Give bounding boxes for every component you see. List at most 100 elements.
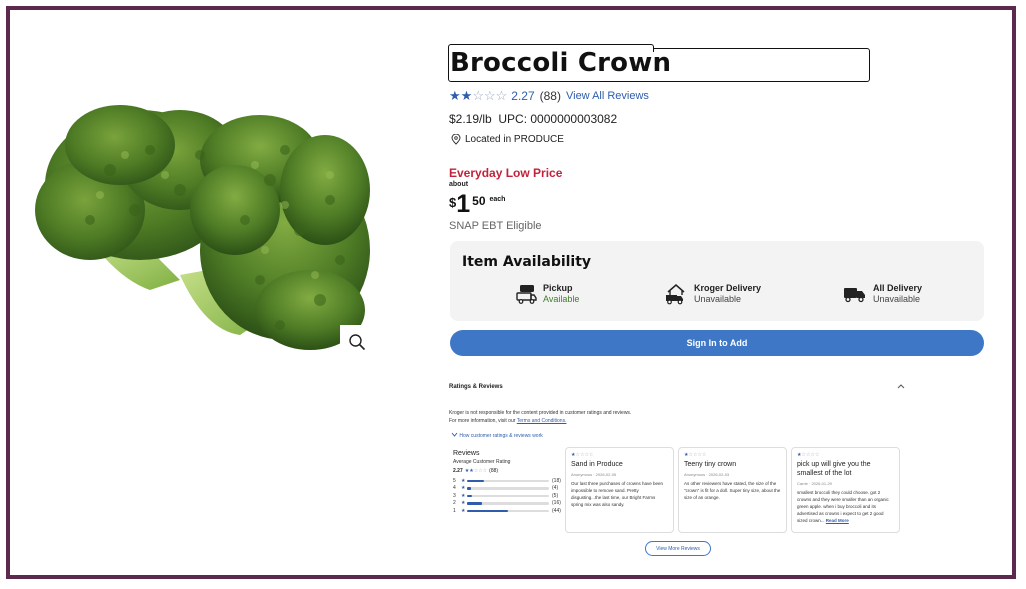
review-body: Our last three purchases of crowns have … (571, 481, 664, 507)
pickup-label: Pickup (543, 283, 573, 293)
terms-link[interactable]: Terms and Conditions. (517, 418, 567, 424)
edlp-label: Everyday Low Price (449, 166, 563, 180)
star-filled-icon: ★ (460, 88, 473, 103)
about-label: about (449, 181, 469, 188)
review-stars: ★☆☆☆☆ (684, 452, 707, 458)
availability-title: Item Availability (462, 254, 592, 270)
kroger-delivery-option[interactable]: Kroger Delivery Unavailable (664, 283, 761, 305)
reviews-title: Reviews (453, 450, 480, 457)
price-currency: $ (449, 195, 457, 210)
review-body: smallest broccoli they could choose. got… (797, 489, 894, 524)
rating-distribution-row[interactable]: 4 ★ (4) (453, 485, 563, 493)
upc: UPC: 0000000003082 (498, 112, 618, 126)
product-title: Broccoli Crown (450, 48, 672, 78)
star-filled-icon: ★ (449, 88, 461, 103)
kroger-delivery-status: Unavailable (694, 294, 742, 304)
distribution-bar-fill (467, 479, 484, 482)
distribution-count: (18) (552, 477, 561, 484)
price-cents: 50 (472, 194, 486, 208)
average-rating-stars: ★★☆☆☆ (464, 468, 488, 474)
rating-count: (88) (539, 89, 561, 103)
rating-distribution-row[interactable]: 5 ★ (18) (453, 477, 563, 485)
distribution-star-number: 4 (453, 485, 456, 492)
distribution-bar-fill (467, 494, 472, 497)
review-card: ★☆☆☆☆ Sand in Produce Anonymous · 2026-0… (565, 447, 674, 533)
distribution-count: (44) (552, 507, 561, 514)
sale-price: $ 1 50 each (449, 191, 505, 217)
review-card: ★☆☆☆☆ Teeny tiny crown Anonymous · 2026-… (678, 447, 787, 533)
view-all-reviews-link[interactable]: View All Reviews (566, 90, 649, 102)
reviews-summary: Reviews Average Customer Rating 2.27 ★★☆… (453, 450, 563, 515)
review-meta: Carrie · 2026-01-29 (797, 481, 832, 486)
star-empty-icon: ☆ (483, 88, 496, 103)
distribution-bar-fill (467, 509, 508, 512)
chevron-up-icon[interactable] (897, 382, 905, 391)
magnifier-icon (349, 334, 366, 351)
disclaimer-line-1: Kroger is not responsible for the conten… (449, 410, 632, 416)
distribution-bar-fill (467, 502, 482, 505)
review-stars: ★☆☆☆☆ (571, 452, 594, 458)
average-rating-value: 2.27 (453, 468, 463, 474)
all-delivery-option[interactable]: All Delivery Unavailable (843, 283, 922, 305)
distribution-bar (467, 509, 549, 512)
pickup-status: Available (543, 294, 580, 304)
rating-value: 2.27 (511, 89, 535, 103)
star-empty-icon: ☆ (472, 88, 484, 103)
review-meta: Anonymous · 2026-02-05 (571, 472, 617, 477)
review-title: Teeny tiny crown (684, 461, 737, 468)
availability-card (450, 241, 984, 321)
pickup-option[interactable]: Pickup Available (515, 283, 579, 305)
distribution-star-number: 3 (453, 492, 456, 499)
delivery-truck-icon (844, 288, 865, 303)
location-pin-icon (451, 134, 461, 145)
home-delivery-icon (666, 284, 685, 305)
distribution-bar (467, 479, 549, 482)
average-rating-label: Average Customer Rating (453, 459, 511, 465)
distribution-star-number: 5 (453, 477, 456, 484)
distribution-bar (467, 487, 549, 490)
location-line: Located in PRODUCE (451, 134, 564, 145)
average-rating: 2.27 ★★☆☆☆ (88) (453, 468, 563, 474)
rating-distribution-row[interactable]: 3 ★ (5) (453, 492, 563, 500)
star-empty-icon: ☆ (495, 88, 508, 103)
zoom-button[interactable] (340, 325, 374, 359)
snap-label: SNAP EBT Eligible (449, 220, 542, 232)
ratings-reviews-header[interactable]: Ratings & Reviews (449, 384, 503, 390)
review-title: pick up will give you the smallest of th… (797, 461, 871, 477)
location-text: Located in PRODUCE (465, 134, 564, 145)
price-upc-line: $2.19/lb UPC: 0000000003082 (449, 112, 617, 126)
all-delivery-label: All Delivery (873, 283, 923, 293)
distribution-bar (467, 502, 549, 505)
distribution-count: (4) (552, 485, 559, 492)
review-meta: Anonymous · 2026-02-03 (684, 472, 730, 477)
pickup-truck-icon (516, 285, 537, 304)
price-whole: 1 (456, 190, 471, 218)
how-reviews-work-text: How customer ratings & reviews work (459, 433, 543, 439)
kroger-delivery-label: Kroger Delivery (694, 283, 762, 293)
chevron-down-icon (451, 432, 458, 437)
distribution-bar-fill (467, 487, 471, 490)
view-more-reviews-button[interactable]: View More Reviews (645, 541, 711, 556)
reviews-disclaimer: Kroger is not responsible for the conten… (449, 409, 631, 425)
distribution-star-number: 2 (453, 500, 456, 507)
distribution-count: (16) (552, 500, 561, 507)
distribution-bar (467, 494, 549, 497)
rating-distribution: 5 ★ (18) 4 ★ (4) 3 ★ (5) 2 ★ (16) 1 ★ (44) (453, 477, 563, 515)
review-title: Sand in Produce (571, 461, 623, 468)
read-more-link[interactable]: Read More (826, 518, 849, 523)
price-unit: each (489, 196, 506, 203)
disclaimer-prefix: For more information, visit our (449, 418, 516, 424)
disclaimer-line-2: For more information, visit our Terms an… (449, 417, 631, 425)
how-reviews-work-link[interactable]: How customer ratings & reviews work (451, 432, 543, 439)
distribution-count: (5) (552, 492, 559, 499)
review-body: As other reviewers have stated, the size… (684, 481, 781, 500)
all-delivery-status: Unavailable (873, 294, 921, 304)
rating-distribution-row[interactable]: 1 ★ (44) (453, 507, 563, 515)
average-rating-count: (88) (489, 468, 499, 474)
review-stars: ★☆☆☆☆ (797, 452, 820, 458)
sign-in-to-add-button[interactable]: Sign In to Add (450, 330, 984, 356)
rating-distribution-row[interactable]: 2 ★ (16) (453, 500, 563, 508)
rating-stars: ★★☆☆☆ (449, 88, 507, 104)
distribution-star-number: 1 (453, 507, 456, 514)
rating-row: ★★☆☆☆ 2.27 (88) View All Reviews (449, 88, 649, 104)
